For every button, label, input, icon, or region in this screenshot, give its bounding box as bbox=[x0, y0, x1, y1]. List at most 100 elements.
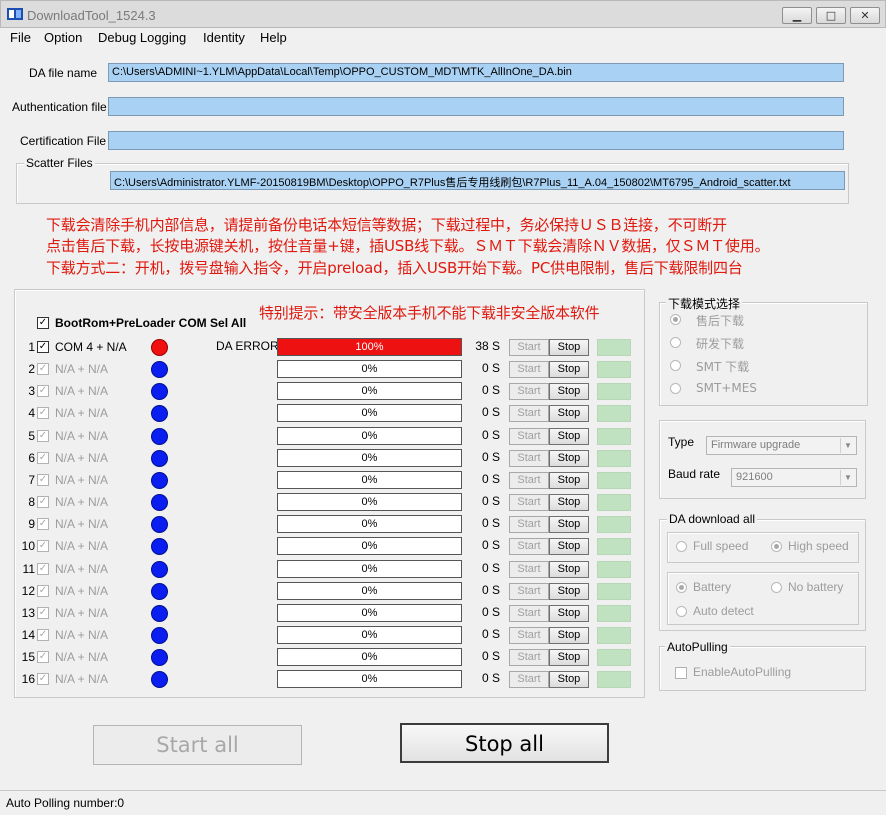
progress-text: 0% bbox=[361, 474, 378, 486]
port-start-button[interactable]: Start bbox=[509, 516, 549, 533]
menu-identity[interactable]: Identity bbox=[203, 30, 245, 45]
port-start-button[interactable]: Start bbox=[509, 428, 549, 445]
enable-autopulling-checkbox[interactable] bbox=[675, 667, 687, 679]
sel-all-label: BootRom+PreLoader COM Sel All bbox=[55, 316, 247, 330]
menu-option[interactable]: Option bbox=[44, 30, 82, 45]
port-number: 6 bbox=[28, 451, 35, 465]
menu-file[interactable]: File bbox=[10, 30, 31, 45]
mode-radio[interactable] bbox=[670, 360, 681, 371]
port-stop-button[interactable]: Stop bbox=[549, 472, 589, 489]
mode-radio[interactable] bbox=[670, 383, 681, 394]
port-number: 11 bbox=[22, 562, 35, 576]
port-start-button[interactable]: Start bbox=[509, 472, 549, 489]
port-stop-button[interactable]: Stop bbox=[549, 450, 589, 467]
cert-file-field[interactable] bbox=[108, 131, 844, 150]
port-label: N/A + N/A bbox=[55, 384, 109, 398]
status-led-blue bbox=[151, 649, 168, 666]
port-stop-button[interactable]: Stop bbox=[549, 516, 589, 533]
baud-rate-select[interactable]: 921600 ▼ bbox=[731, 468, 857, 487]
type-select[interactable]: Firmware upgrade ▼ bbox=[706, 436, 857, 455]
menu-debug-logging[interactable]: Debug Logging bbox=[98, 30, 186, 45]
close-button[interactable]: ✕ bbox=[850, 7, 880, 24]
port-stop-button[interactable]: Stop bbox=[549, 561, 589, 578]
maximize-button[interactable]: □ bbox=[816, 7, 846, 24]
port-start-button[interactable]: Start bbox=[509, 605, 549, 622]
elapsed-time: 0 S bbox=[481, 649, 500, 663]
battery-radio[interactable] bbox=[676, 606, 687, 617]
speed-radio[interactable] bbox=[676, 541, 687, 552]
mode-radio[interactable] bbox=[670, 337, 681, 348]
elapsed-time: 0 S bbox=[481, 538, 500, 552]
port-stop-button[interactable]: Stop bbox=[549, 339, 589, 356]
port-stop-button[interactable]: Stop bbox=[549, 538, 589, 555]
port-checkbox[interactable]: ✓ bbox=[37, 452, 49, 464]
port-checkbox[interactable]: ✓ bbox=[37, 607, 49, 619]
progress-bar: 0% bbox=[277, 648, 462, 666]
progress-text: 0% bbox=[361, 496, 378, 508]
port-stop-button[interactable]: Stop bbox=[549, 428, 589, 445]
progress-bar: 0% bbox=[277, 360, 462, 378]
port-start-button[interactable]: Start bbox=[509, 450, 549, 467]
port-stop-button[interactable]: Stop bbox=[549, 405, 589, 422]
port-stop-button[interactable]: Stop bbox=[549, 649, 589, 666]
port-checkbox[interactable]: ✓ bbox=[37, 651, 49, 663]
port-checkbox[interactable]: ✓ bbox=[37, 585, 49, 597]
port-checkbox[interactable]: ✓ bbox=[37, 629, 49, 641]
sel-all-checkbox[interactable]: ✓ bbox=[37, 317, 49, 329]
port-start-button[interactable]: Start bbox=[509, 583, 549, 600]
port-checkbox[interactable]: ✓ bbox=[37, 363, 49, 375]
port-start-button[interactable]: Start bbox=[509, 361, 549, 378]
stop-all-button[interactable]: Stop all bbox=[400, 723, 609, 763]
progress-bar: 0% bbox=[277, 537, 462, 555]
port-number: 15 bbox=[21, 650, 35, 664]
port-start-button[interactable]: Start bbox=[509, 339, 549, 356]
port-number: 3 bbox=[28, 384, 35, 398]
scatter-file-field[interactable]: C:\Users\Administrator.YLMF-20150819BM\D… bbox=[110, 171, 845, 190]
port-stop-button[interactable]: Stop bbox=[549, 361, 589, 378]
port-start-button[interactable]: Start bbox=[509, 405, 549, 422]
port-checkbox[interactable]: ✓ bbox=[37, 385, 49, 397]
port-label: N/A + N/A bbox=[55, 495, 109, 509]
progress-text: 0% bbox=[361, 430, 378, 442]
port-stop-button[interactable]: Stop bbox=[549, 627, 589, 644]
port-checkbox[interactable]: ✓ bbox=[37, 341, 49, 353]
port-stop-button[interactable]: Stop bbox=[549, 383, 589, 400]
port-start-button[interactable]: Start bbox=[509, 383, 549, 400]
port-stop-button[interactable]: Stop bbox=[549, 605, 589, 622]
port-start-button[interactable]: Start bbox=[509, 671, 549, 688]
port-checkbox[interactable]: ✓ bbox=[37, 673, 49, 685]
port-number: 5 bbox=[28, 429, 35, 443]
speed-radio[interactable] bbox=[771, 541, 782, 552]
port-stop-button[interactable]: Stop bbox=[549, 671, 589, 688]
port-start-button[interactable]: Start bbox=[509, 649, 549, 666]
download-mode-title: 下载模式选择 bbox=[666, 295, 743, 312]
battery-radio[interactable] bbox=[676, 582, 687, 593]
type-baud-group bbox=[659, 420, 866, 499]
port-checkbox[interactable]: ✓ bbox=[37, 407, 49, 419]
da-file-field[interactable]: C:\Users\ADMINI~1.YLM\AppData\Local\Temp… bbox=[108, 63, 844, 82]
port-start-button[interactable]: Start bbox=[509, 538, 549, 555]
minimize-button[interactable]: ▁ bbox=[782, 7, 812, 24]
port-start-button[interactable]: Start bbox=[509, 561, 549, 578]
port-start-button[interactable]: Start bbox=[509, 627, 549, 644]
port-checkbox[interactable]: ✓ bbox=[37, 430, 49, 442]
type-select-value: Firmware upgrade bbox=[711, 439, 801, 451]
port-label: N/A + N/A bbox=[55, 473, 109, 487]
port-checkbox[interactable]: ✓ bbox=[37, 540, 49, 552]
mode-radio[interactable] bbox=[670, 314, 681, 325]
port-checkbox[interactable]: ✓ bbox=[37, 518, 49, 530]
mode-option-label: 售后下载 bbox=[696, 314, 745, 328]
port-checkbox[interactable]: ✓ bbox=[37, 563, 49, 575]
start-all-button[interactable]: Start all bbox=[93, 725, 302, 765]
battery-radio[interactable] bbox=[771, 582, 782, 593]
port-checkbox[interactable]: ✓ bbox=[37, 496, 49, 508]
baud-rate-label: Baud rate bbox=[668, 467, 721, 481]
status-led-blue bbox=[151, 538, 168, 555]
port-checkbox[interactable]: ✓ bbox=[37, 474, 49, 486]
menu-help[interactable]: Help bbox=[260, 30, 287, 45]
port-stop-button[interactable]: Stop bbox=[549, 583, 589, 600]
port-status-indicator bbox=[597, 583, 631, 600]
auth-file-field[interactable] bbox=[108, 97, 844, 116]
port-start-button[interactable]: Start bbox=[509, 494, 549, 511]
port-stop-button[interactable]: Stop bbox=[549, 494, 589, 511]
